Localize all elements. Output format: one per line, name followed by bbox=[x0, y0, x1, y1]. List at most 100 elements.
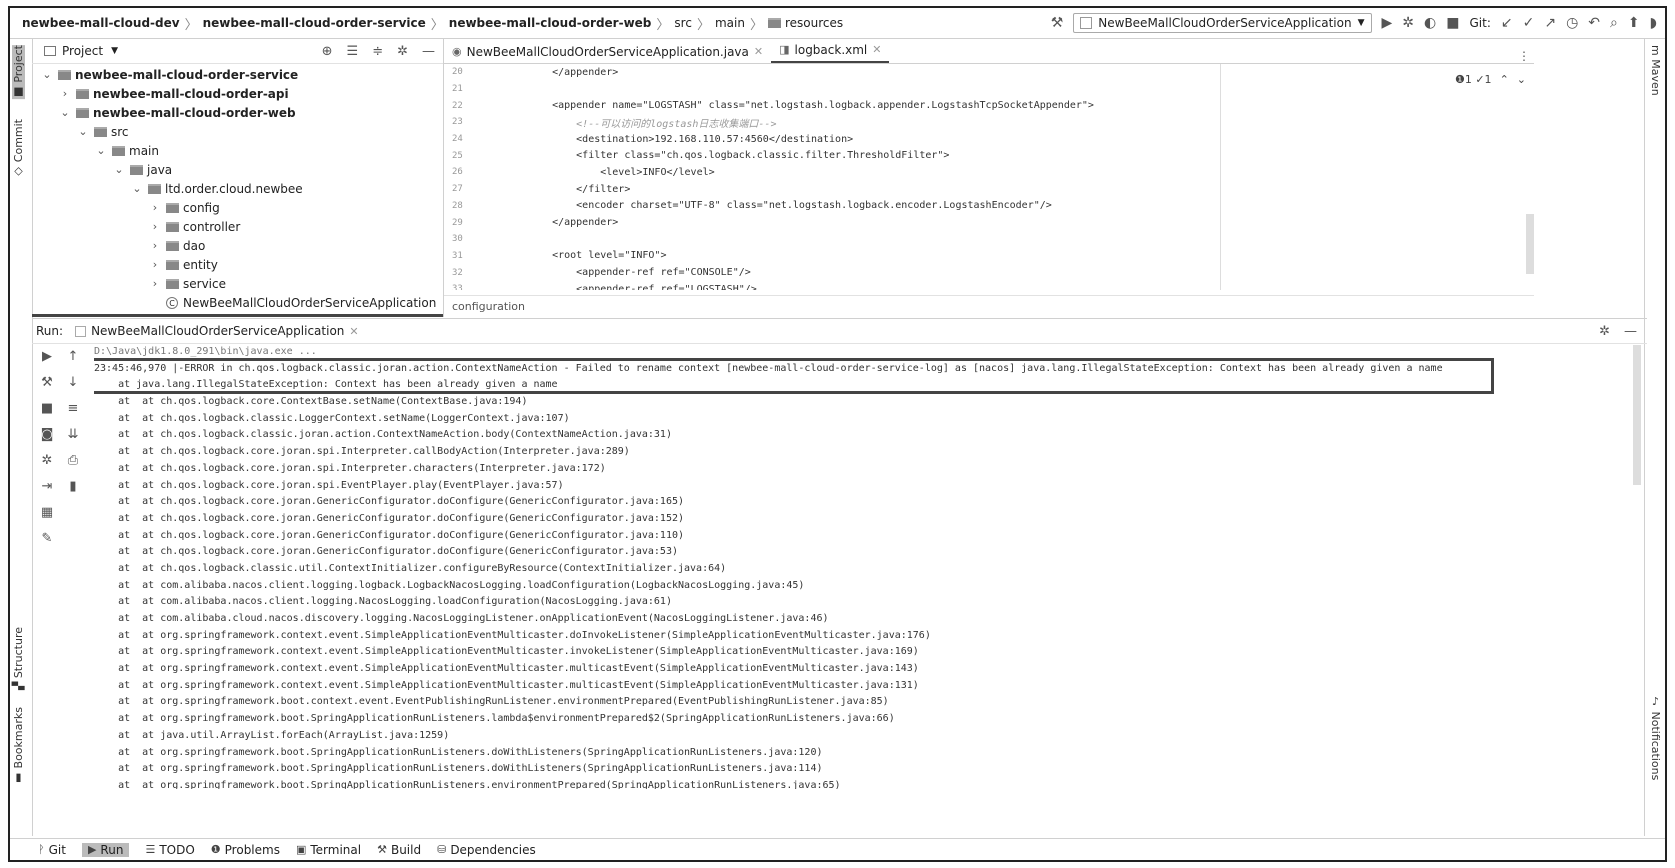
bookmarks-tool-button[interactable]: ▮ Bookmarks bbox=[12, 707, 25, 785]
git-commit-icon[interactable]: ✓ bbox=[1523, 16, 1535, 30]
soft-wrap-icon[interactable]: ≡ bbox=[62, 401, 84, 427]
chevron-down-icon[interactable]: ⌄ bbox=[76, 125, 90, 138]
hide-icon[interactable]: — bbox=[422, 44, 435, 59]
tool-window-button-problems[interactable]: ❶ Problems bbox=[211, 843, 280, 857]
arrow-down-icon[interactable]: ↓ bbox=[62, 375, 84, 401]
close-icon[interactable]: ✕ bbox=[872, 43, 881, 56]
history-icon[interactable]: ◷ bbox=[1566, 16, 1578, 30]
run-configuration-select[interactable]: NewBeeMallCloudOrderServiceApplication ▼ bbox=[1073, 13, 1372, 33]
console-line: at at org.springframework.context.event.… bbox=[94, 679, 919, 691]
chevron-right-icon[interactable]: › bbox=[148, 239, 162, 252]
tool-window-button-git[interactable]: ᚹ Git bbox=[38, 843, 66, 857]
stop-icon[interactable]: ■ bbox=[36, 401, 58, 427]
tool-window-button-run[interactable]: ▶ Run bbox=[81, 842, 130, 857]
chevron-right-icon[interactable]: › bbox=[58, 87, 72, 100]
console-line: at at java.util.ArrayList.forEach(ArrayL… bbox=[94, 729, 450, 741]
close-icon[interactable]: ✕ bbox=[349, 325, 358, 338]
chevron-up-icon[interactable]: ⌃ bbox=[1500, 73, 1509, 86]
plugin-icon[interactable]: ◗ bbox=[1650, 16, 1657, 30]
chevron-right-icon[interactable]: › bbox=[148, 277, 162, 290]
locate-icon[interactable]: ⊕ bbox=[322, 44, 333, 59]
breadcrumb-item[interactable]: main bbox=[715, 16, 745, 30]
project-tool-button[interactable]: ■ Project bbox=[12, 45, 25, 100]
more-icon[interactable]: ⋮ bbox=[1518, 49, 1534, 63]
chevron-down-icon[interactable]: ⌄ bbox=[112, 163, 126, 176]
chevron-right-icon[interactable]: › bbox=[148, 201, 162, 214]
code-area[interactable]: 20 </appender> 21 22 <appender name="LOGST… bbox=[444, 64, 1534, 290]
tree-node[interactable]: ⌄ java bbox=[32, 160, 443, 179]
chevron-down-icon[interactable]: ⌄ bbox=[40, 68, 54, 81]
breadcrumb-item[interactable]: resources bbox=[767, 16, 843, 30]
run-icon[interactable]: ▶ bbox=[1382, 16, 1393, 30]
debug-icon[interactable]: ✲ bbox=[36, 453, 58, 479]
tree-node[interactable]: › entity bbox=[32, 255, 443, 274]
rerun-icon[interactable]: ▶ bbox=[36, 349, 58, 375]
stop-icon[interactable]: ■ bbox=[1446, 16, 1459, 30]
layout-icon[interactable]: ▦ bbox=[36, 505, 58, 531]
tree-node[interactable]: ⌄ newbee-mall-cloud-order-service bbox=[32, 65, 443, 84]
camera-icon[interactable]: ◙ bbox=[36, 427, 58, 453]
print-icon[interactable]: ⎙ bbox=[62, 453, 84, 479]
tree-node[interactable]: ⌄ src bbox=[32, 122, 443, 141]
tool-window-button-todo[interactable]: ☰ TODO bbox=[145, 843, 194, 857]
chevron-right-icon[interactable]: › bbox=[148, 220, 162, 233]
project-panel: Project ▼ ⊕ ☰ ≑ ✲ — ⌄ newbee-mall-cloud-o… bbox=[32, 39, 444, 317]
tool-window-button-dependencies[interactable]: ⛁ Dependencies bbox=[437, 843, 536, 857]
chevron-down-icon[interactable]: ⌄ bbox=[1517, 73, 1526, 86]
tool-window-button-terminal[interactable]: ▣ Terminal bbox=[296, 843, 361, 857]
tree-node[interactable]: › dao bbox=[32, 236, 443, 255]
run-tab[interactable]: NewBeeMallCloudOrderServiceApplication ✕ bbox=[75, 324, 359, 338]
tree-node[interactable]: › newbee-mall-cloud-order-api bbox=[32, 84, 443, 103]
debug-icon[interactable]: ✲ bbox=[1402, 16, 1414, 30]
expand-all-icon[interactable]: ☰ bbox=[347, 44, 359, 59]
tree-node[interactable]: ⌄ ltd.order.cloud.newbee bbox=[32, 179, 443, 198]
editor-tab[interactable]: ◨ logback.xml ✕ bbox=[771, 38, 890, 63]
editor-scrollbar[interactable] bbox=[1526, 214, 1534, 274]
structure-tool-button[interactable]: ▞ Structure bbox=[12, 627, 25, 690]
build-hammer-icon[interactable]: ⚒ bbox=[1051, 16, 1064, 30]
git-update-icon[interactable]: ↙ bbox=[1501, 16, 1513, 30]
chevron-down-icon[interactable]: ⌄ bbox=[130, 182, 144, 195]
chevron-down-icon[interactable]: ▼ bbox=[111, 46, 118, 56]
console-output[interactable]: D:\Java\jdk1.8.0_291\bin\java.exe ... 23:… bbox=[94, 344, 1614, 789]
breadcrumb-item[interactable]: src bbox=[674, 16, 692, 30]
chevron-right-icon[interactable]: › bbox=[148, 258, 162, 271]
tree-node[interactable]: › controller bbox=[32, 217, 443, 236]
chevron-down-icon[interactable]: ⌄ bbox=[58, 106, 72, 119]
wrench-icon[interactable]: ⚒ bbox=[36, 375, 58, 401]
inspection-widget[interactable]: ❶1 ✓1 ⌃ ⌄ bbox=[1455, 73, 1526, 86]
search-icon[interactable]: ⌕ bbox=[1610, 16, 1618, 30]
coverage-icon[interactable]: ◐ bbox=[1424, 16, 1436, 30]
chevron-down-icon[interactable]: ⌄ bbox=[94, 144, 108, 157]
gear-icon[interactable]: ✲ bbox=[1599, 324, 1610, 339]
tree-node[interactable]: › service bbox=[32, 274, 443, 293]
git-push-icon[interactable]: ↗ bbox=[1544, 16, 1556, 30]
editor-breadcrumb-item[interactable]: configuration bbox=[452, 300, 525, 313]
commit-tool-button[interactable]: ◇ Commit bbox=[12, 119, 25, 179]
editor-tab[interactable]: ◉ NewBeeMallCloudOrderServiceApplication.… bbox=[444, 40, 771, 63]
update-icon[interactable]: ⬆ bbox=[1628, 16, 1640, 30]
notifications-tool-button[interactable]: ♪ Notifications bbox=[1649, 695, 1662, 780]
scroll-to-end-icon[interactable]: ⇊ bbox=[62, 427, 84, 453]
trash-icon[interactable]: ▮ bbox=[62, 479, 84, 505]
breadcrumb-item[interactable]: newbee-mall-cloud-order-web bbox=[449, 16, 652, 30]
maven-tool-button[interactable]: m Maven bbox=[1649, 45, 1662, 96]
rollback-icon[interactable]: ↶ bbox=[1588, 16, 1600, 30]
hide-icon[interactable]: — bbox=[1624, 324, 1637, 339]
breadcrumb-item[interactable]: newbee-mall-cloud-order-service bbox=[203, 16, 426, 30]
arrow-up-icon[interactable]: ↑ bbox=[62, 349, 84, 375]
breadcrumb-item[interactable]: newbee-mall-cloud-dev bbox=[22, 16, 180, 30]
tree-node[interactable]: ⌄ main bbox=[32, 141, 443, 160]
console-scrollbar[interactable] bbox=[1633, 345, 1641, 485]
tree-node[interactable]: ⌄ newbee-mall-cloud-order-web bbox=[32, 103, 443, 122]
exit-icon[interactable]: ⇥ bbox=[36, 479, 58, 505]
collapse-all-icon[interactable]: ≑ bbox=[372, 44, 383, 59]
project-panel-title[interactable]: Project bbox=[62, 44, 103, 58]
close-icon[interactable]: ✕ bbox=[754, 45, 763, 58]
pin-icon[interactable]: ✎ bbox=[36, 531, 58, 557]
tool-window-button-build[interactable]: ⚒ Build bbox=[377, 843, 421, 857]
tree-node[interactable]: › config bbox=[32, 198, 443, 217]
gear-icon[interactable]: ✲ bbox=[397, 44, 408, 59]
tree-node[interactable]: C NewBeeMallCloudOrderServiceApplication bbox=[32, 293, 443, 312]
horizontal-scrollbar[interactable] bbox=[32, 314, 443, 317]
